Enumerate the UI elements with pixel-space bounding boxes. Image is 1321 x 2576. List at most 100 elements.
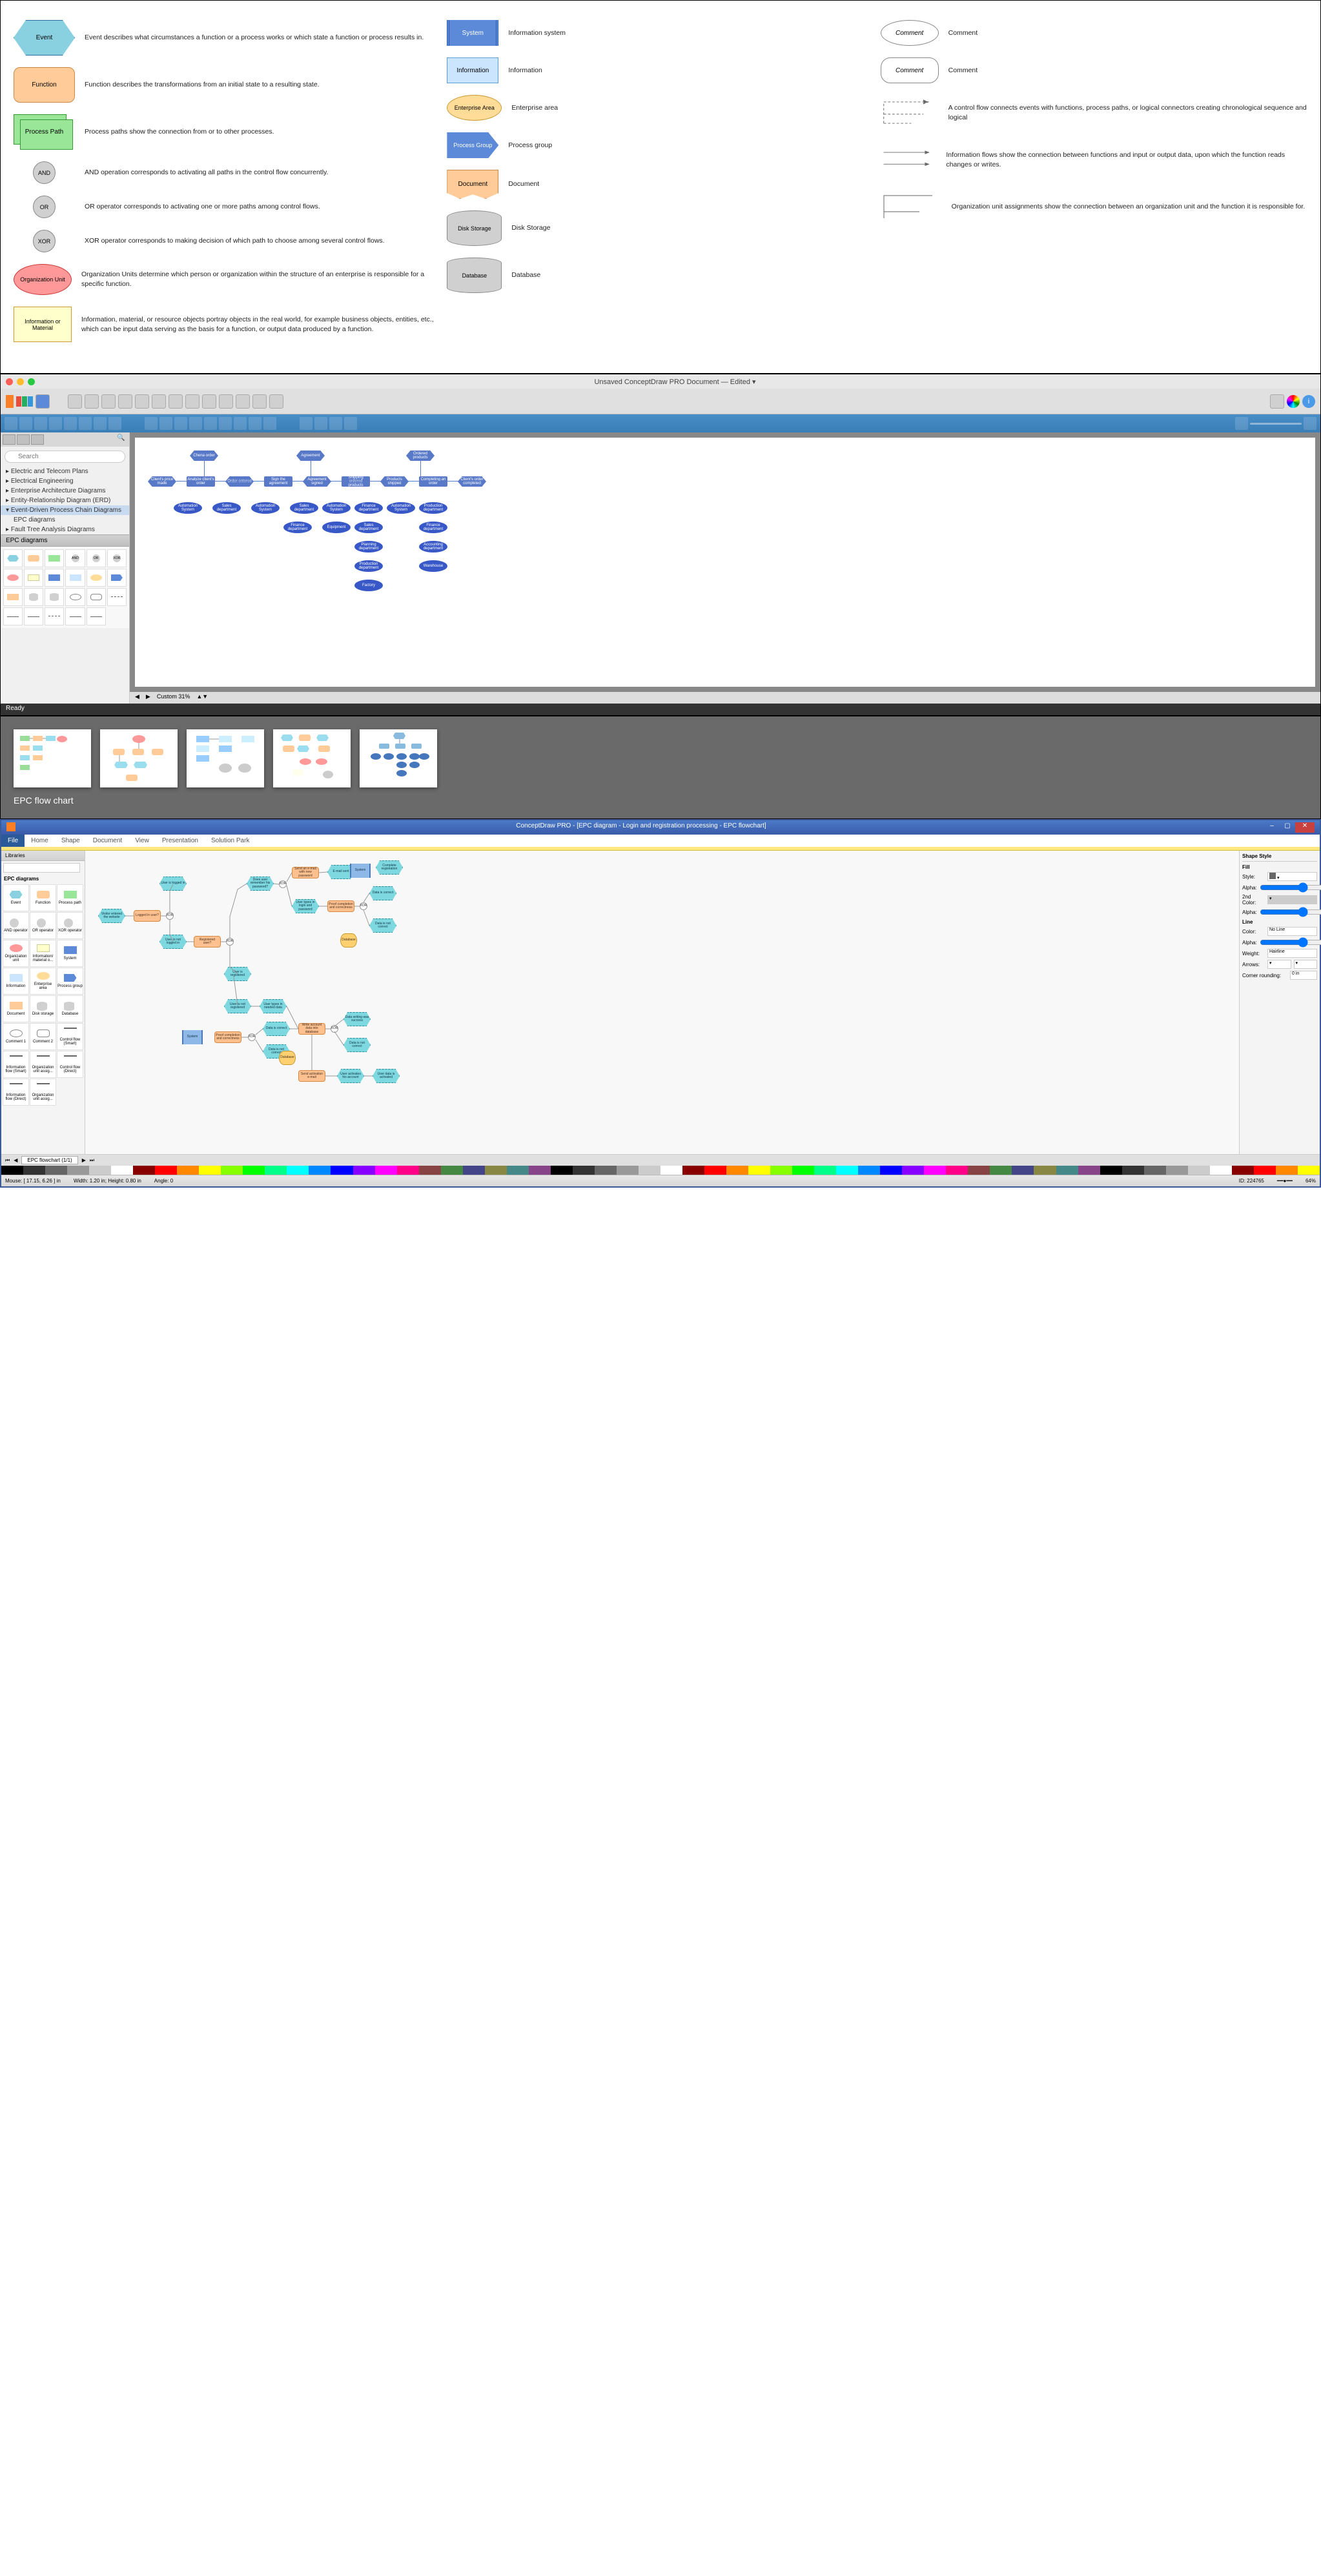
library-item[interactable]: Process group bbox=[57, 968, 83, 995]
library-item[interactable]: XOR operator bbox=[57, 912, 83, 939]
node-org[interactable]: Automation System bbox=[174, 502, 202, 514]
node-org[interactable]: Automation System bbox=[387, 502, 415, 514]
toolbar-button[interactable] bbox=[68, 394, 82, 409]
tree-item[interactable]: ▸ Electric and Telecom Plans bbox=[1, 467, 129, 476]
tool-button[interactable] bbox=[108, 417, 121, 430]
color-swatch[interactable] bbox=[748, 1166, 770, 1175]
node-event[interactable]: User types in needed data bbox=[260, 999, 287, 1013]
node-event[interactable]: Client's order completed bbox=[458, 476, 486, 487]
color-swatch[interactable] bbox=[902, 1166, 924, 1175]
alpha-slider[interactable] bbox=[1260, 883, 1321, 892]
color-swatch[interactable] bbox=[1056, 1166, 1078, 1175]
node-org[interactable]: Sales department bbox=[290, 502, 318, 514]
color-swatch[interactable] bbox=[1034, 1166, 1056, 1175]
node-event[interactable]: User is not logged in bbox=[159, 935, 187, 949]
node-event[interactable]: Products shipped bbox=[380, 476, 409, 487]
library-item[interactable]: Database bbox=[57, 995, 83, 1022]
tool-button[interactable] bbox=[5, 417, 17, 430]
node-system[interactable]: System bbox=[182, 1030, 203, 1044]
color-swatch[interactable] bbox=[639, 1166, 660, 1175]
node-event[interactable]: Data is correct bbox=[369, 886, 396, 900]
node-event[interactable]: Data is not correct bbox=[369, 918, 396, 933]
node-xor[interactable]: XOR bbox=[279, 880, 287, 888]
page-tab[interactable]: EPC flowchart (1/1) bbox=[21, 1156, 77, 1164]
node-org[interactable]: Production department bbox=[419, 502, 447, 514]
palette-function[interactable] bbox=[24, 549, 43, 567]
color-swatch[interactable] bbox=[1232, 1166, 1254, 1175]
gallery-thumb[interactable] bbox=[100, 729, 178, 787]
palette-flow5[interactable] bbox=[65, 607, 85, 625]
node-event[interactable]: Visitor entered the website bbox=[98, 909, 125, 923]
zoom-stepper-icon[interactable]: ▲▼ bbox=[196, 693, 208, 702]
node-event[interactable]: Does user remember his password? bbox=[247, 877, 274, 891]
library-item[interactable]: Function bbox=[30, 884, 56, 911]
sidebar-tab[interactable] bbox=[17, 434, 30, 445]
lib-section[interactable]: EPC diagrams bbox=[1, 875, 85, 883]
node-event[interactable]: User is not registered bbox=[224, 999, 251, 1013]
color-swatch[interactable] bbox=[858, 1166, 880, 1175]
tool-button[interactable] bbox=[189, 417, 202, 430]
toolbar-button[interactable] bbox=[269, 394, 283, 409]
tab-document[interactable]: Document bbox=[87, 835, 129, 847]
toolbar-button[interactable] bbox=[1270, 394, 1284, 409]
tree-item[interactable]: ▸ Electrical Engineering bbox=[1, 476, 129, 486]
library-item[interactable]: OR operator bbox=[30, 912, 56, 939]
color-swatch[interactable] bbox=[1276, 1166, 1298, 1175]
search-input[interactable] bbox=[5, 451, 125, 463]
color-swatch[interactable] bbox=[814, 1166, 836, 1175]
toolbar-button[interactable] bbox=[135, 394, 149, 409]
color-swatch[interactable] bbox=[23, 1166, 45, 1175]
node-org[interactable]: Finance department bbox=[419, 522, 447, 533]
tab-shape[interactable]: Shape bbox=[55, 835, 87, 847]
library-item[interactable]: System bbox=[57, 940, 83, 967]
node-xor[interactable]: XOR bbox=[331, 1025, 338, 1033]
gallery-thumb[interactable] bbox=[14, 729, 91, 787]
color-swatch[interactable] bbox=[309, 1166, 331, 1175]
node-event[interactable]: User types in login and password bbox=[292, 899, 319, 913]
node-org[interactable]: Production department bbox=[354, 560, 383, 572]
toolbar-button[interactable] bbox=[152, 394, 166, 409]
node-function[interactable]: Analyze client's order bbox=[187, 476, 215, 487]
canvas[interactable]: Chena order Agreement Ordered products C… bbox=[135, 438, 1315, 687]
library-item[interactable]: Control flow (Direct) bbox=[57, 1051, 83, 1078]
palette-flow4[interactable] bbox=[45, 607, 64, 625]
node-event[interactable]: Ordered products bbox=[406, 451, 435, 461]
color-swatch[interactable] bbox=[573, 1166, 595, 1175]
color-swatch[interactable] bbox=[397, 1166, 419, 1175]
palette-processpath[interactable] bbox=[45, 549, 64, 567]
zoom-button[interactable] bbox=[300, 417, 312, 430]
tool-button[interactable] bbox=[174, 417, 187, 430]
tool-button[interactable] bbox=[204, 417, 217, 430]
node-function[interactable]: Registered user? bbox=[194, 936, 221, 948]
tree-item[interactable]: ▸ Fault Tree Analysis Diagrams bbox=[1, 525, 129, 534]
palette-and[interactable]: AND bbox=[65, 549, 85, 567]
palette-xor[interactable]: XOR bbox=[107, 549, 127, 567]
node-event[interactable]: Order entered bbox=[225, 476, 254, 487]
library-search[interactable] bbox=[3, 863, 80, 873]
color-swatch[interactable] bbox=[660, 1166, 682, 1175]
color-swatch[interactable] bbox=[67, 1166, 89, 1175]
node-event[interactable]: User is logged in bbox=[159, 877, 187, 891]
node-event[interactable]: Data is correct bbox=[263, 1022, 290, 1036]
tree-item-selected[interactable]: ▾ Event-Driven Process Chain Diagrams bbox=[1, 505, 129, 515]
color-swatch[interactable] bbox=[924, 1166, 946, 1175]
node-database[interactable]: Database bbox=[279, 1051, 296, 1065]
node-org[interactable]: Sales department bbox=[354, 522, 383, 533]
weight-select[interactable]: Hairline bbox=[1267, 949, 1317, 958]
library-item[interactable]: Organization unit assig... bbox=[30, 1051, 56, 1078]
node-org[interactable]: Automation System bbox=[322, 502, 351, 514]
tree-subitem[interactable]: EPC diagrams bbox=[1, 515, 129, 525]
palette-database[interactable] bbox=[45, 588, 64, 606]
maximize-button[interactable]: ▢ bbox=[1280, 822, 1295, 833]
palette-info[interactable] bbox=[65, 569, 85, 587]
nav-prev-icon[interactable]: ◀ bbox=[135, 693, 139, 702]
node-org[interactable]: Accounting department bbox=[419, 541, 447, 553]
color-swatch[interactable] bbox=[45, 1166, 67, 1175]
node-org[interactable]: Equipment bbox=[322, 522, 351, 533]
node-event[interactable]: Complete registration bbox=[376, 860, 403, 875]
color-swatch[interactable] bbox=[133, 1166, 155, 1175]
color-swatch[interactable] bbox=[1298, 1166, 1320, 1175]
node-org[interactable]: Planning department bbox=[354, 541, 383, 553]
zoom-in-icon[interactable] bbox=[1304, 417, 1316, 430]
color-swatch[interactable] bbox=[1122, 1166, 1144, 1175]
